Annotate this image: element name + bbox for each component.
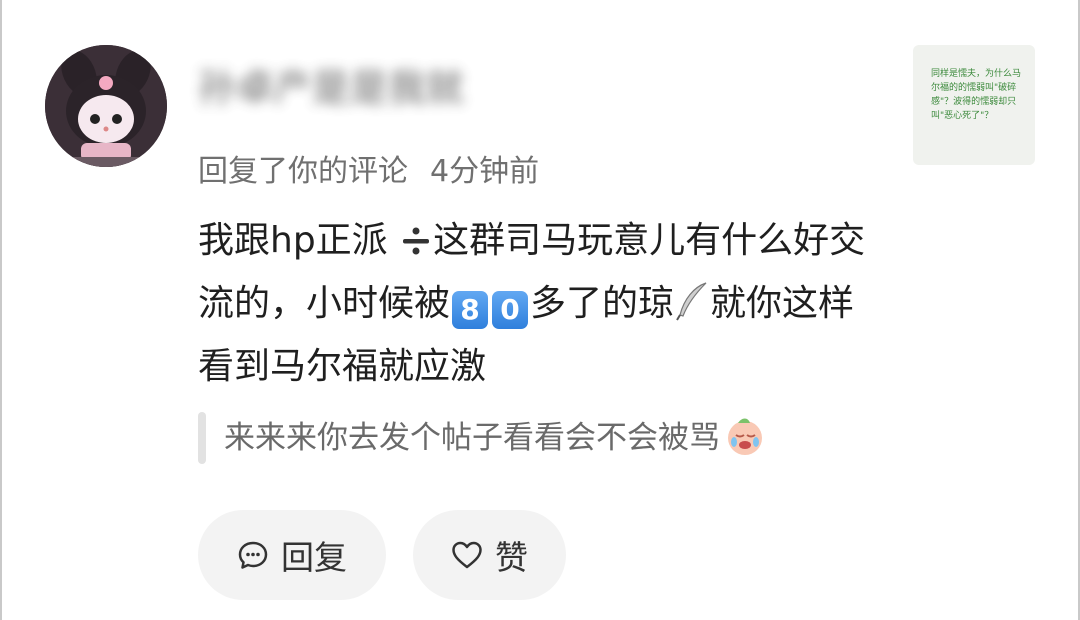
divide-icon (399, 218, 433, 275)
quoted-comment[interactable]: 来来来你去发个帖子看看会不会被骂 (198, 412, 766, 464)
post-thumbnail[interactable]: 同样是懦夫，为什么马尔福的的懦弱叫"破碎感"？波得的懦弱却只叫"恶心死了"？ (913, 45, 1035, 165)
feather-pen-icon (674, 281, 710, 338)
body-line3-a: 琼 (638, 283, 675, 324)
comment-bubble-icon (238, 541, 268, 569)
avatar[interactable] (45, 45, 167, 167)
heart-outline-icon (452, 541, 482, 569)
comment-body: 我跟hp正派 这群司马玩意儿有什么好交流的，小时候被 8 0 多了的琼 就你这样看到马… (198, 212, 878, 395)
username[interactable]: 孙卓产是是我就 (198, 58, 464, 118)
comment-meta: 回复了你的评论 4分钟前 (198, 152, 539, 192)
crying-face-icon (724, 415, 766, 461)
thumbnail-text: 同样是懦夫，为什么马尔福的的懦弱叫"破碎感"？波得的懦弱却只叫"恶心死了"？ (931, 69, 1022, 121)
reply-label: 回复 (281, 538, 347, 577)
timestamp: 4分钟前 (430, 154, 540, 189)
body-line1-b: 这群司马玩意儿有什 (433, 220, 758, 261)
body-line2-b: 多了的 (530, 283, 639, 324)
like-button[interactable]: 赞 (413, 510, 566, 600)
body-line1-a: 我跟hp正派 (198, 220, 388, 261)
action-text: 回复了你的评论 (198, 154, 408, 189)
left-edge-divider (0, 0, 2, 620)
quote-bar (198, 412, 206, 464)
quote-text: 来来来你去发个帖子看看会不会被骂 (224, 420, 720, 456)
avatar-image (45, 45, 167, 167)
keycap-digit-2: 0 (492, 291, 529, 329)
like-label: 赞 (495, 538, 528, 577)
keycap-digit-1: 8 (452, 291, 489, 329)
reply-button[interactable]: 回复 (198, 510, 386, 600)
